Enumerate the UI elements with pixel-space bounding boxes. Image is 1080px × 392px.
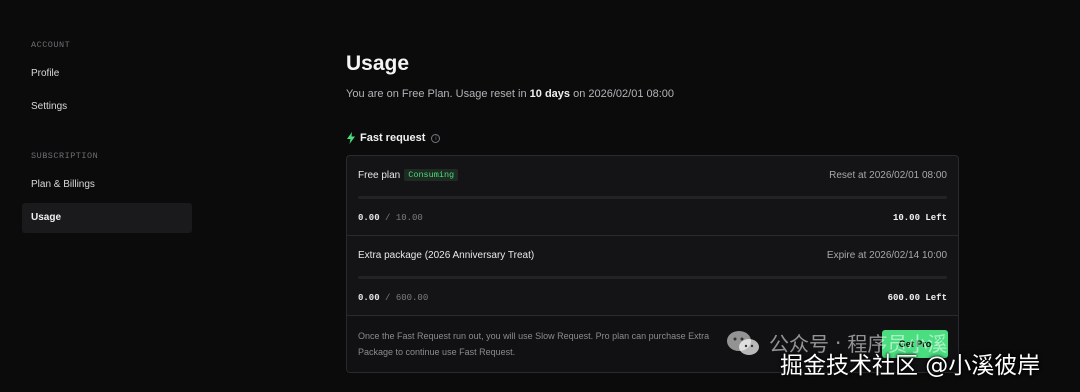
- used-amount: 0.00: [358, 293, 380, 303]
- sidebar-item-settings[interactable]: Settings: [22, 92, 192, 122]
- lightning-icon: [347, 132, 355, 144]
- plan-summary-days: 10 days: [529, 88, 571, 100]
- wechat-icon: [727, 330, 759, 355]
- sidebar: ACCOUNT Profile Settings SUBSCRIPTION Pl…: [22, 40, 192, 233]
- main-content: Usage You are on Free Plan. Usage reset …: [346, 52, 959, 373]
- sidebar-item-profile[interactable]: Profile: [22, 59, 192, 89]
- footer-note: Once the Fast Request run out, you will …: [358, 331, 710, 357]
- sidebar-item-usage[interactable]: Usage: [22, 203, 192, 233]
- watermark-community: 掘金技术社区 @小溪彼岸: [780, 353, 1041, 379]
- plan-summary: You are on Free Plan. Usage reset in 10 …: [346, 88, 959, 100]
- info-icon[interactable]: i: [431, 133, 441, 143]
- sidebar-section-subscription: SUBSCRIPTION: [31, 151, 99, 161]
- plan-name: Free plan: [358, 169, 401, 181]
- remaining-amount: 600.00 Left: [887, 293, 947, 303]
- reset-date: Reset at 2026/02/01 08:00: [829, 169, 947, 181]
- page-title: Usage: [346, 52, 410, 75]
- expire-date: Expire at 2026/02/14 10:00: [826, 249, 947, 261]
- fast-request-title: Fast request: [360, 132, 426, 144]
- status-badge: Consuming: [404, 169, 459, 181]
- usage-progress-bar: [358, 196, 947, 199]
- plan-summary-prefix: You are on Free Plan. Usage reset in: [346, 88, 530, 100]
- plan-row: Extra package (2026 Anniversary Treat) E…: [347, 236, 958, 316]
- total-amount: / 600.00: [385, 293, 429, 303]
- fast-request-header: Fast request i: [346, 132, 959, 144]
- usage-progress-bar: [358, 276, 947, 279]
- used-amount: 0.00: [358, 213, 380, 223]
- plan-name: Extra package (2026 Anniversary Treat): [358, 249, 535, 261]
- plan-row: Free plan Consuming Reset at 2026/02/01 …: [347, 156, 958, 236]
- total-amount: / 10.00: [385, 213, 423, 223]
- sidebar-item-plan-billings[interactable]: Plan & Billings: [22, 170, 192, 200]
- plan-summary-suffix: on 2026/02/01 08:00: [570, 88, 675, 100]
- remaining-amount: 10.00 Left: [892, 213, 947, 223]
- sidebar-section-account: ACCOUNT: [31, 40, 71, 50]
